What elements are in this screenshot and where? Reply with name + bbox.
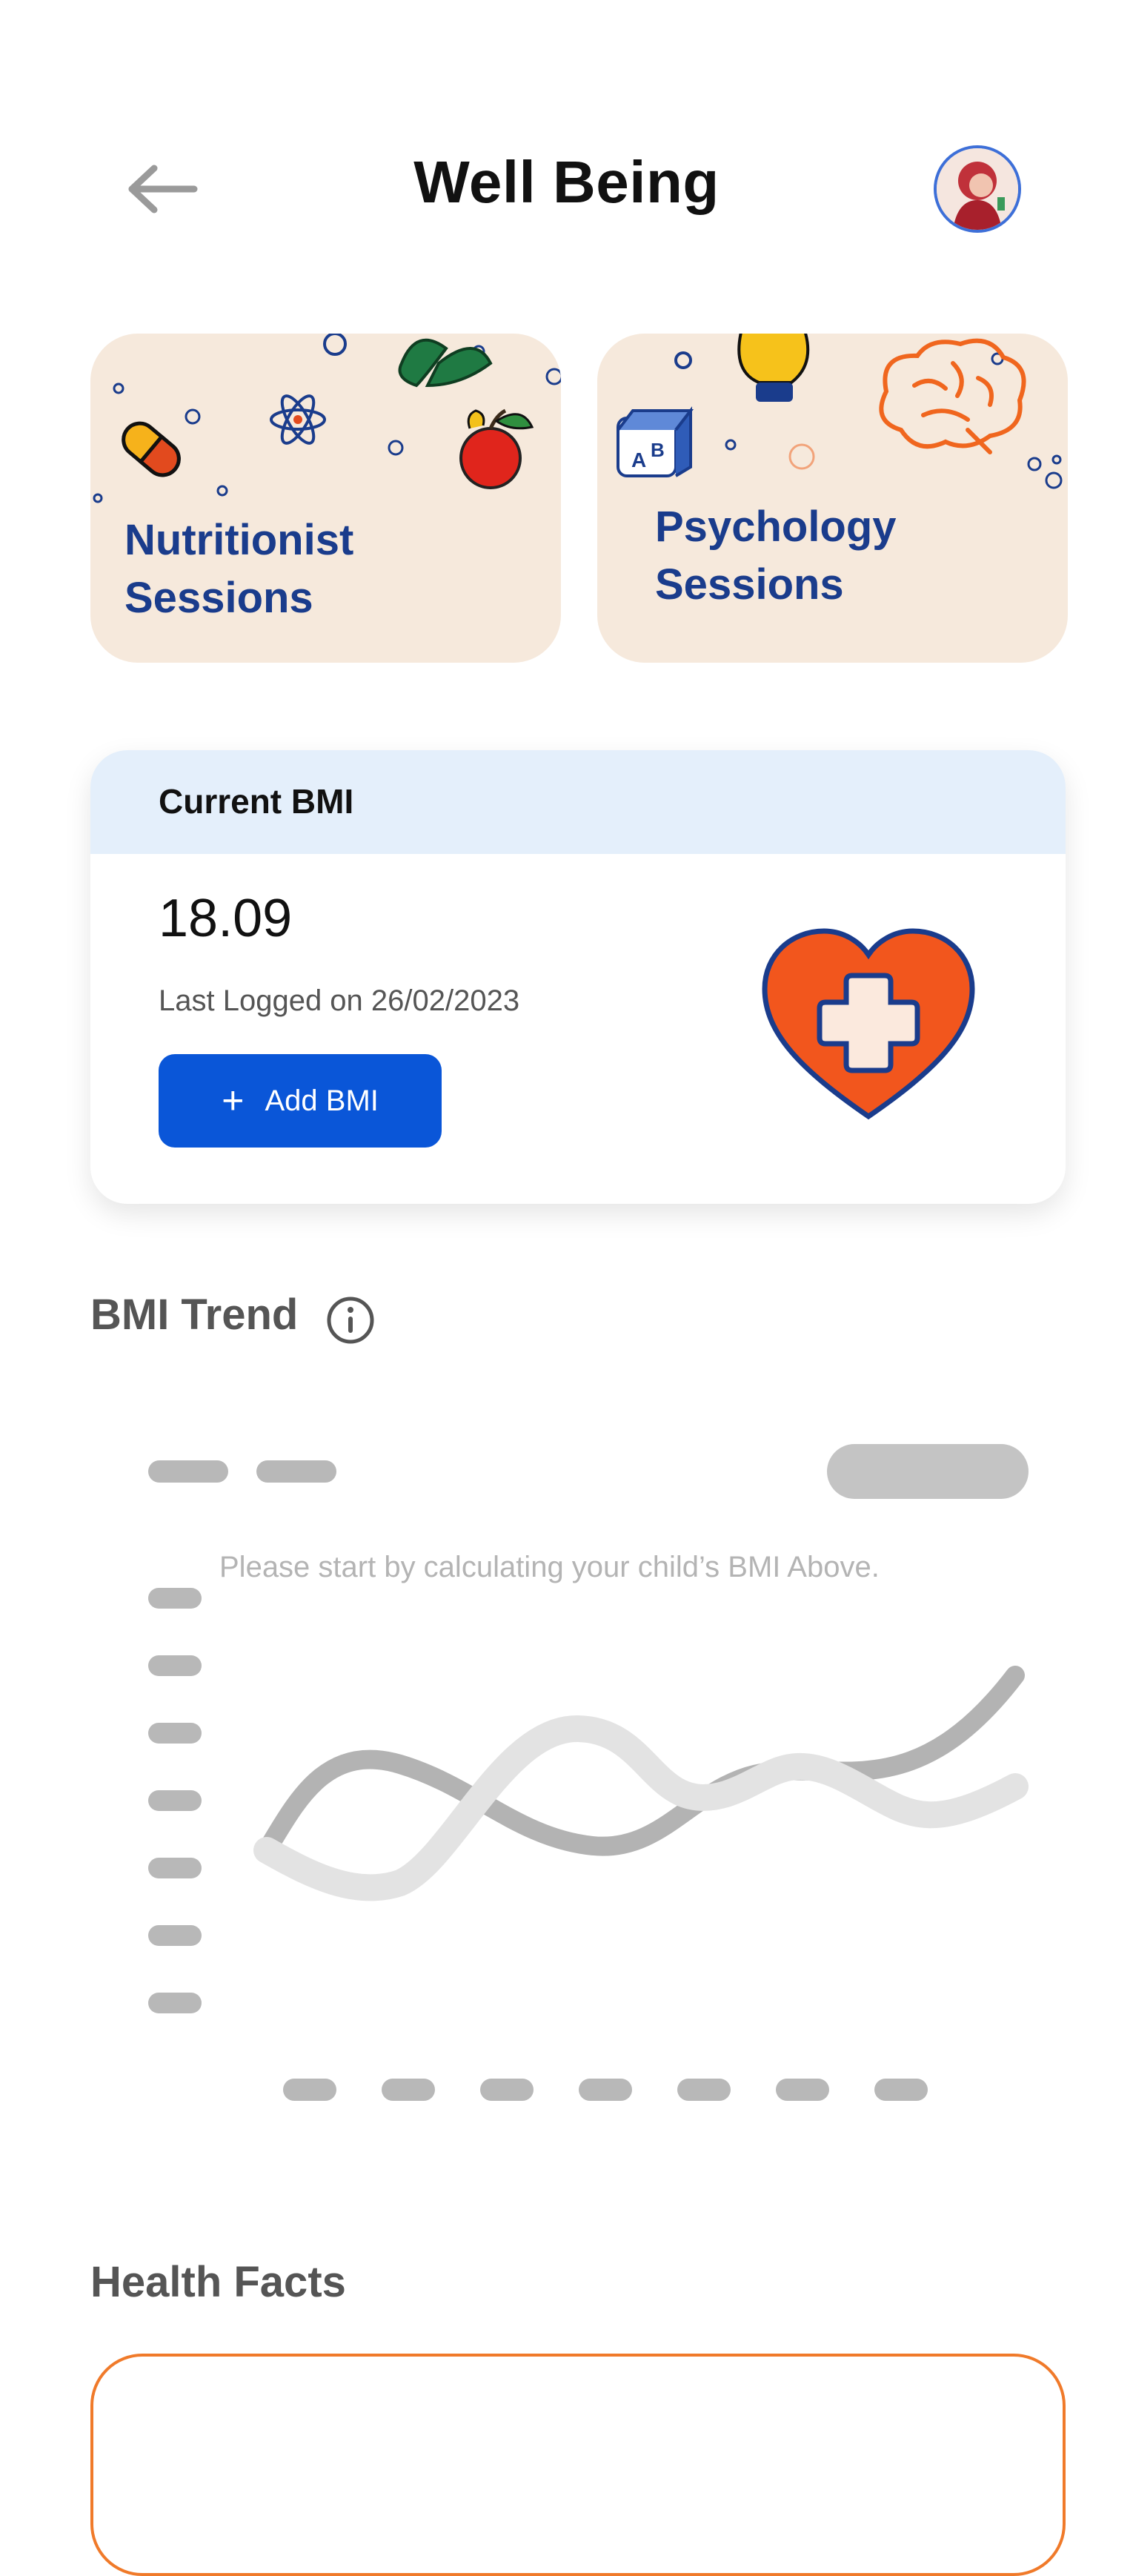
health-facts-card[interactable]: [90, 2354, 1066, 2576]
svg-text:B: B: [651, 439, 665, 461]
add-bmi-button[interactable]: + Add BMI: [159, 1054, 442, 1148]
bmi-trend-chart-placeholder: [148, 1444, 1029, 2101]
psychology-sessions-card[interactable]: A B Psychology Sessions: [597, 334, 1068, 663]
profile-avatar-image: [937, 148, 1018, 230]
svg-text:A: A: [631, 448, 646, 471]
add-bmi-label: Add BMI: [265, 1084, 379, 1117]
last-logged-date: Last Logged on 26/02/2023: [159, 984, 520, 1017]
nutritionist-sessions-label: Nutritionist Sessions: [124, 516, 354, 622]
y-axis-skeleton: [148, 1588, 202, 2013]
current-bmi-card: Current BMI 18.09 Last Logged on 26/02/2…: [90, 750, 1066, 1204]
legend-skeleton: [148, 1460, 228, 1483]
plus-icon: +: [222, 1079, 245, 1122]
info-icon[interactable]: [326, 1296, 375, 1345]
legend-skeleton: [256, 1460, 336, 1483]
bmi-value: 18.09: [159, 889, 293, 948]
avatar[interactable]: [934, 145, 1021, 233]
psychology-sessions-label: Psychology Sessions: [655, 503, 897, 609]
current-bmi-label: Current BMI: [159, 782, 354, 821]
health-facts-title: Health Facts: [90, 2258, 346, 2306]
bmi-trend-empty-message: Please start by calculating your child’s…: [219, 1551, 880, 1583]
filter-skeleton: [827, 1444, 1029, 1499]
nutritionist-sessions-card[interactable]: Nutritionist Sessions: [90, 334, 561, 663]
x-axis-skeleton: [283, 2079, 928, 2101]
bmi-card-header: Current BMI: [90, 750, 1066, 854]
bmi-trend-title: BMI Trend: [90, 1291, 299, 1339]
heart-medical-cross-icon: [762, 928, 975, 1120]
